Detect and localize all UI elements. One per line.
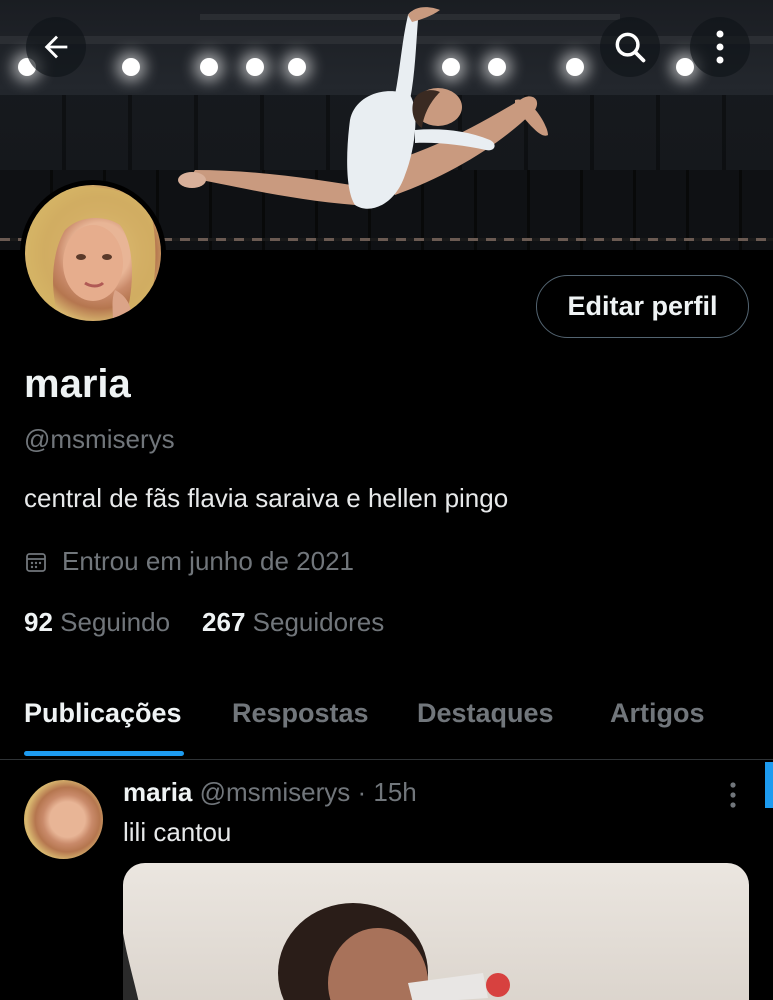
- post-separator: ·: [357, 777, 367, 807]
- joined-date: Entrou em junho de 2021: [24, 546, 354, 577]
- profile-avatar[interactable]: [20, 180, 166, 326]
- gymnast-photo: [178, 7, 548, 209]
- profile-bio: central de fãs flavia saraiva e hellen p…: [24, 483, 509, 513]
- avatar-image: [25, 185, 161, 321]
- more-vertical-icon: [716, 30, 724, 64]
- tab-artigos[interactable]: Artigos: [610, 698, 705, 729]
- post-author-handle[interactable]: @msmiserys: [200, 777, 351, 807]
- followers-label: Seguidores: [252, 607, 385, 637]
- joined-text: Entrou em junho de 2021: [62, 546, 354, 576]
- post-header: maria @msmiserys · 15h: [123, 777, 417, 808]
- tab-respostas[interactable]: Respostas: [232, 698, 369, 729]
- post-text: lili cantou: [123, 817, 232, 847]
- scroll-indicator[interactable]: [765, 762, 773, 808]
- search-icon: [615, 32, 646, 63]
- active-tab-indicator: [24, 751, 184, 756]
- more-vertical-icon[interactable]: [722, 780, 744, 810]
- followers-count: 267: [202, 607, 246, 637]
- post-avatar[interactable]: [24, 780, 103, 859]
- post-time[interactable]: 15h: [373, 777, 416, 807]
- banner-light: [676, 58, 694, 76]
- more-options-button[interactable]: [690, 17, 750, 77]
- follow-stats: 92 Seguindo 267 Seguidores: [24, 607, 384, 638]
- following-link[interactable]: 92 Seguindo: [24, 607, 170, 638]
- calendar-icon: [26, 552, 46, 572]
- following-count: 92: [24, 607, 53, 637]
- back-button[interactable]: [26, 17, 86, 77]
- profile-tabs: Publicações Respostas Destaques Artigos: [0, 690, 773, 760]
- following-label: Seguindo: [60, 607, 171, 637]
- post-author-name[interactable]: maria: [123, 777, 192, 807]
- banner-light: [122, 58, 140, 76]
- edit-profile-button[interactable]: Editar perfil: [536, 275, 749, 338]
- followers-link[interactable]: 267 Seguidores: [202, 607, 384, 638]
- profile-handle: @msmiserys: [24, 424, 175, 454]
- profile-name: maria: [24, 362, 131, 406]
- tab-publicacoes[interactable]: Publicações: [24, 698, 182, 729]
- tab-destaques[interactable]: Destaques: [417, 698, 554, 729]
- search-button[interactable]: [600, 17, 660, 77]
- post-media[interactable]: [123, 863, 749, 1000]
- arrow-left-icon: [44, 35, 68, 59]
